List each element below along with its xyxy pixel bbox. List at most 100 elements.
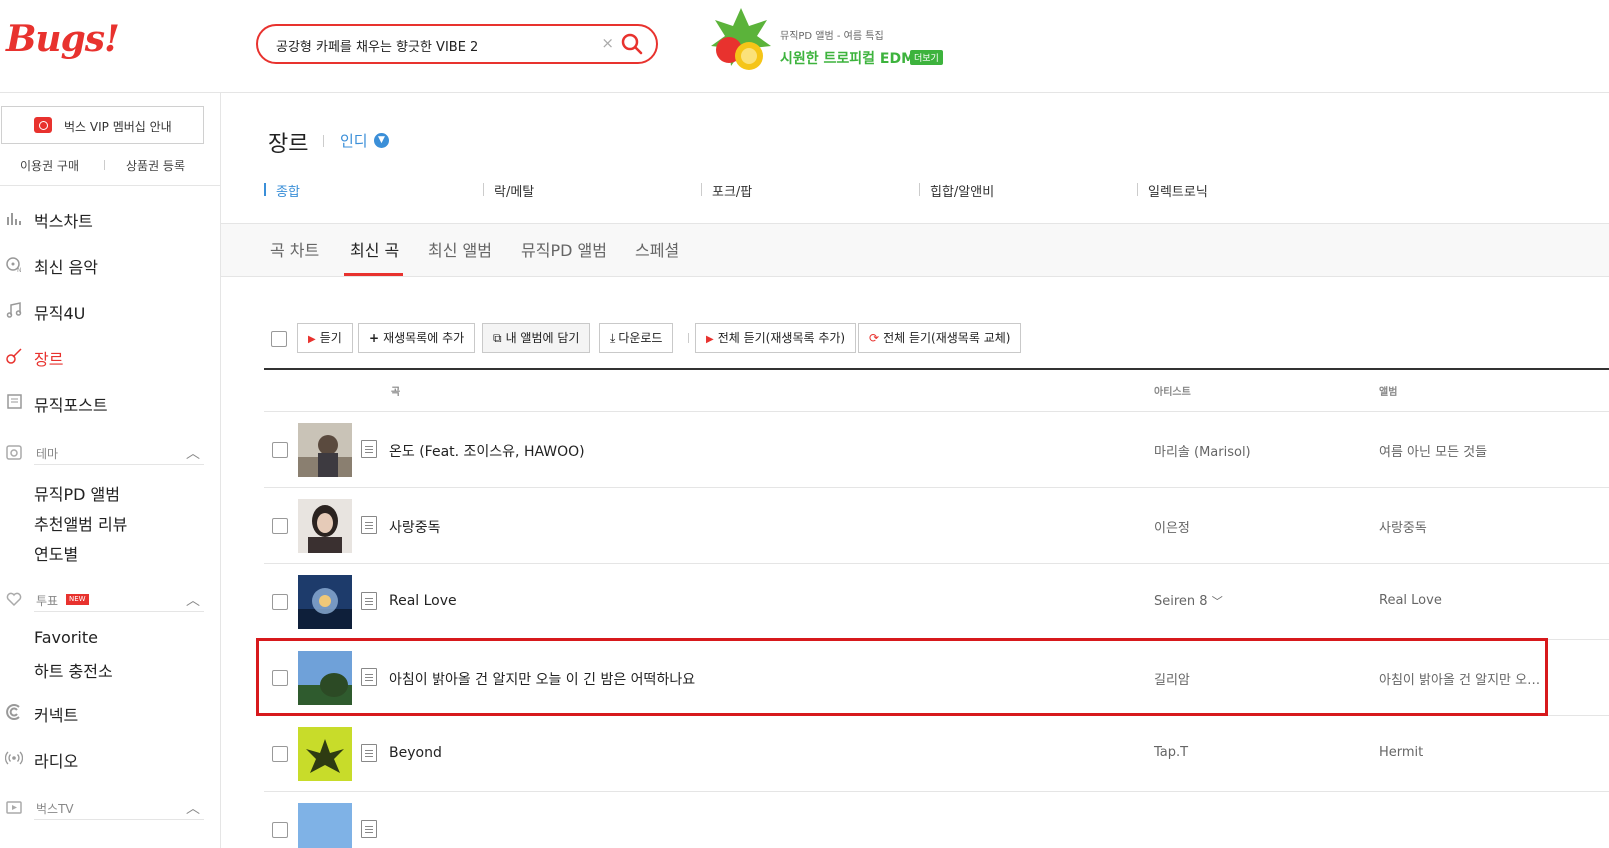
search-input[interactable]: 공강형 카페를 채우는 향긋한 VIBE 2 — [276, 36, 478, 55]
chevron-up-icon[interactable]: ︿ — [186, 798, 200, 818]
album-art-thumbnail[interactable] — [298, 803, 352, 848]
add-playlist-label: 재생목록에 추가 — [383, 331, 465, 345]
sidebar-group-vote[interactable]: 투표 NEW ︿ — [0, 588, 220, 612]
lyrics-icon[interactable] — [361, 592, 377, 610]
table-row[interactable]: 온도 (Feat. 조이스유, HAWOO) 마리솔 (Marisol) 여름 … — [264, 412, 1609, 488]
play-all-add-button[interactable]: ▶ 전체 듣기(재생목록 추가) — [695, 323, 857, 353]
row-checkbox[interactable] — [272, 746, 288, 762]
lyrics-icon[interactable] — [361, 820, 377, 838]
song-artist[interactable]: 이은정 — [1154, 517, 1190, 536]
song-album[interactable]: 아침이 밝아올 건 알지만 오… — [1379, 669, 1540, 688]
vip-label: 벅스 VIP 멤버십 안내 — [64, 120, 172, 134]
vip-membership-button[interactable]: 벅스 VIP 멤버십 안내 — [1, 106, 204, 144]
tab-musicpd-albums[interactable]: 뮤직PD 앨범 — [521, 237, 607, 261]
select-all-checkbox[interactable] — [271, 331, 287, 347]
song-title[interactable]: Real Love — [389, 593, 457, 609]
table-row[interactable]: Real Love Seiren 8 ﹀ Real Love — [264, 564, 1609, 640]
music-note-icon — [4, 301, 24, 321]
album-art-thumbnail[interactable] — [298, 727, 352, 781]
sidebar-group-theme[interactable]: 테마 ︿ — [0, 441, 220, 465]
search-icon[interactable] — [620, 32, 644, 56]
sidebar-item-label: 라디오 — [34, 752, 79, 771]
genre-dropdown[interactable]: 인디 — [340, 130, 368, 151]
row-checkbox[interactable] — [272, 822, 288, 838]
table-top-border — [264, 368, 1609, 370]
row-checkbox[interactable] — [272, 518, 288, 534]
sidebar-sub-by-year[interactable]: 연도별 — [34, 541, 78, 565]
chevron-down-icon[interactable]: ﹀ — [1212, 595, 1223, 608]
table-row[interactable]: 사랑중독 이은정 사랑중독 — [264, 488, 1609, 564]
bugs-logo[interactable]: Bugs! — [6, 18, 120, 60]
column-header-song: 곡 — [391, 387, 401, 398]
divider — [0, 185, 221, 186]
table-row[interactable]: Beyond Tap.T Hermit — [264, 716, 1609, 792]
song-album[interactable]: Hermit — [1379, 745, 1423, 760]
row-checkbox[interactable] — [272, 442, 288, 458]
subgenre-tab-folk[interactable]: 포크/팝 — [712, 181, 752, 200]
lyrics-icon[interactable] — [361, 668, 377, 686]
tab-song-chart[interactable]: 곡 차트 — [270, 237, 319, 261]
play-button[interactable]: ▶ 듣기 — [297, 323, 353, 353]
song-artist[interactable]: 길리암 — [1154, 669, 1190, 688]
add-my-album-button[interactable]: ⧉ 내 앨범에 담기 — [482, 323, 591, 353]
sidebar-item-chart[interactable]: 벅스차트 — [0, 205, 220, 235]
chevron-up-icon[interactable]: ︿ — [186, 443, 200, 463]
table-row[interactable]: 아침이 밝아올 건 알지만 오늘 이 긴 밤은 어떡하나요 길리암 아침이 밝아… — [264, 640, 1609, 716]
subgenre-tab-hiphop[interactable]: 힙합/알앤비 — [930, 181, 994, 200]
search-box[interactable]: 공강형 카페를 채우는 향긋한 VIBE 2 × — [256, 24, 658, 64]
register-coupon-link[interactable]: 상품권 등록 — [126, 157, 185, 174]
sidebar-item-musicpost[interactable]: 뮤직포스트 — [0, 389, 220, 419]
chevron-up-icon[interactable]: ︿ — [186, 590, 200, 610]
song-artist[interactable]: 마리솔 (Marisol) — [1154, 441, 1251, 460]
lyrics-icon[interactable] — [361, 440, 377, 458]
chevron-down-icon[interactable]: ▼ — [374, 133, 389, 148]
subgenre-tab-all[interactable]: 종합 — [276, 181, 300, 200]
song-album[interactable]: 여름 아닌 모든 것들 — [1379, 441, 1487, 460]
song-album[interactable]: 사랑중독 — [1379, 517, 1427, 536]
table-row[interactable] — [264, 792, 1609, 848]
lyrics-icon[interactable] — [361, 744, 377, 762]
tab-special[interactable]: 스페셜 — [635, 237, 679, 261]
album-art-thumbnail[interactable] — [298, 575, 352, 629]
promo-subtitle[interactable]: 뮤직PD 앨범 - 여름 특집 — [780, 27, 884, 42]
album-art-thumbnail[interactable] — [298, 423, 352, 477]
song-title[interactable]: Beyond — [389, 745, 442, 761]
sidebar-sub-favorite[interactable]: Favorite — [34, 628, 98, 647]
plus-icon: + — [369, 331, 380, 345]
buy-pass-link[interactable]: 이용권 구매 — [20, 157, 79, 174]
sidebar-sub-musicpd-album[interactable]: 뮤직PD 앨범 — [34, 481, 120, 505]
promo-tropical-image[interactable] — [709, 6, 773, 76]
tab-new-albums[interactable]: 최신 앨범 — [428, 237, 492, 261]
sidebar-item-label: 뮤직포스트 — [34, 396, 108, 415]
divider — [34, 611, 204, 612]
sidebar-item-radio[interactable]: 라디오 — [0, 745, 220, 775]
album-art-thumbnail[interactable] — [298, 651, 352, 705]
clear-icon[interactable]: × — [601, 34, 614, 52]
lyrics-icon[interactable] — [361, 516, 377, 534]
row-checkbox[interactable] — [272, 670, 288, 686]
promo-more-button[interactable]: 더보기 — [910, 50, 943, 65]
album-art-thumbnail[interactable] — [298, 499, 352, 553]
sidebar-sub-album-review[interactable]: 추천앨범 리뷰 — [34, 511, 127, 535]
sidebar-item-genre[interactable]: 장르 — [0, 343, 220, 373]
sidebar-item-music4u[interactable]: 뮤직4U — [0, 297, 220, 327]
sidebar-group-bugstv[interactable]: 벅스TV ︿ — [0, 796, 220, 820]
sidebar-item-connect[interactable]: 커넥트 — [0, 699, 220, 729]
tab-new-songs[interactable]: 최신 곡 — [350, 237, 399, 261]
song-artist[interactable]: Tap.T — [1154, 745, 1188, 760]
play-all-replace-button[interactable]: ⟳ 전체 듣기(재생목록 교체) — [858, 323, 1022, 353]
download-button[interactable]: ⤓ 다운로드 — [599, 323, 674, 353]
song-title[interactable]: 아침이 밝아올 건 알지만 오늘 이 긴 밤은 어떡하나요 — [389, 669, 695, 689]
sidebar-item-new-music[interactable]: N 최신 음악 — [0, 251, 220, 281]
promo-title[interactable]: 시원한 트로피컬 EDM — [780, 48, 915, 68]
subgenre-tab-electronic[interactable]: 일렉트로닉 — [1148, 181, 1208, 200]
song-title[interactable]: 사랑중독 — [389, 517, 441, 537]
play-all-replace-label: 전체 듣기(재생목록 교체) — [883, 331, 1011, 345]
row-checkbox[interactable] — [272, 594, 288, 610]
song-artist[interactable]: Seiren 8 ﹀ — [1154, 593, 1223, 609]
song-title[interactable]: 온도 (Feat. 조이스유, HAWOO) — [389, 441, 585, 461]
sidebar-sub-heart-charge[interactable]: 하트 충전소 — [34, 658, 113, 682]
song-album[interactable]: Real Love — [1379, 593, 1442, 608]
subgenre-tab-rock[interactable]: 락/메탈 — [494, 181, 534, 200]
add-playlist-button[interactable]: + 재생목록에 추가 — [358, 323, 476, 353]
